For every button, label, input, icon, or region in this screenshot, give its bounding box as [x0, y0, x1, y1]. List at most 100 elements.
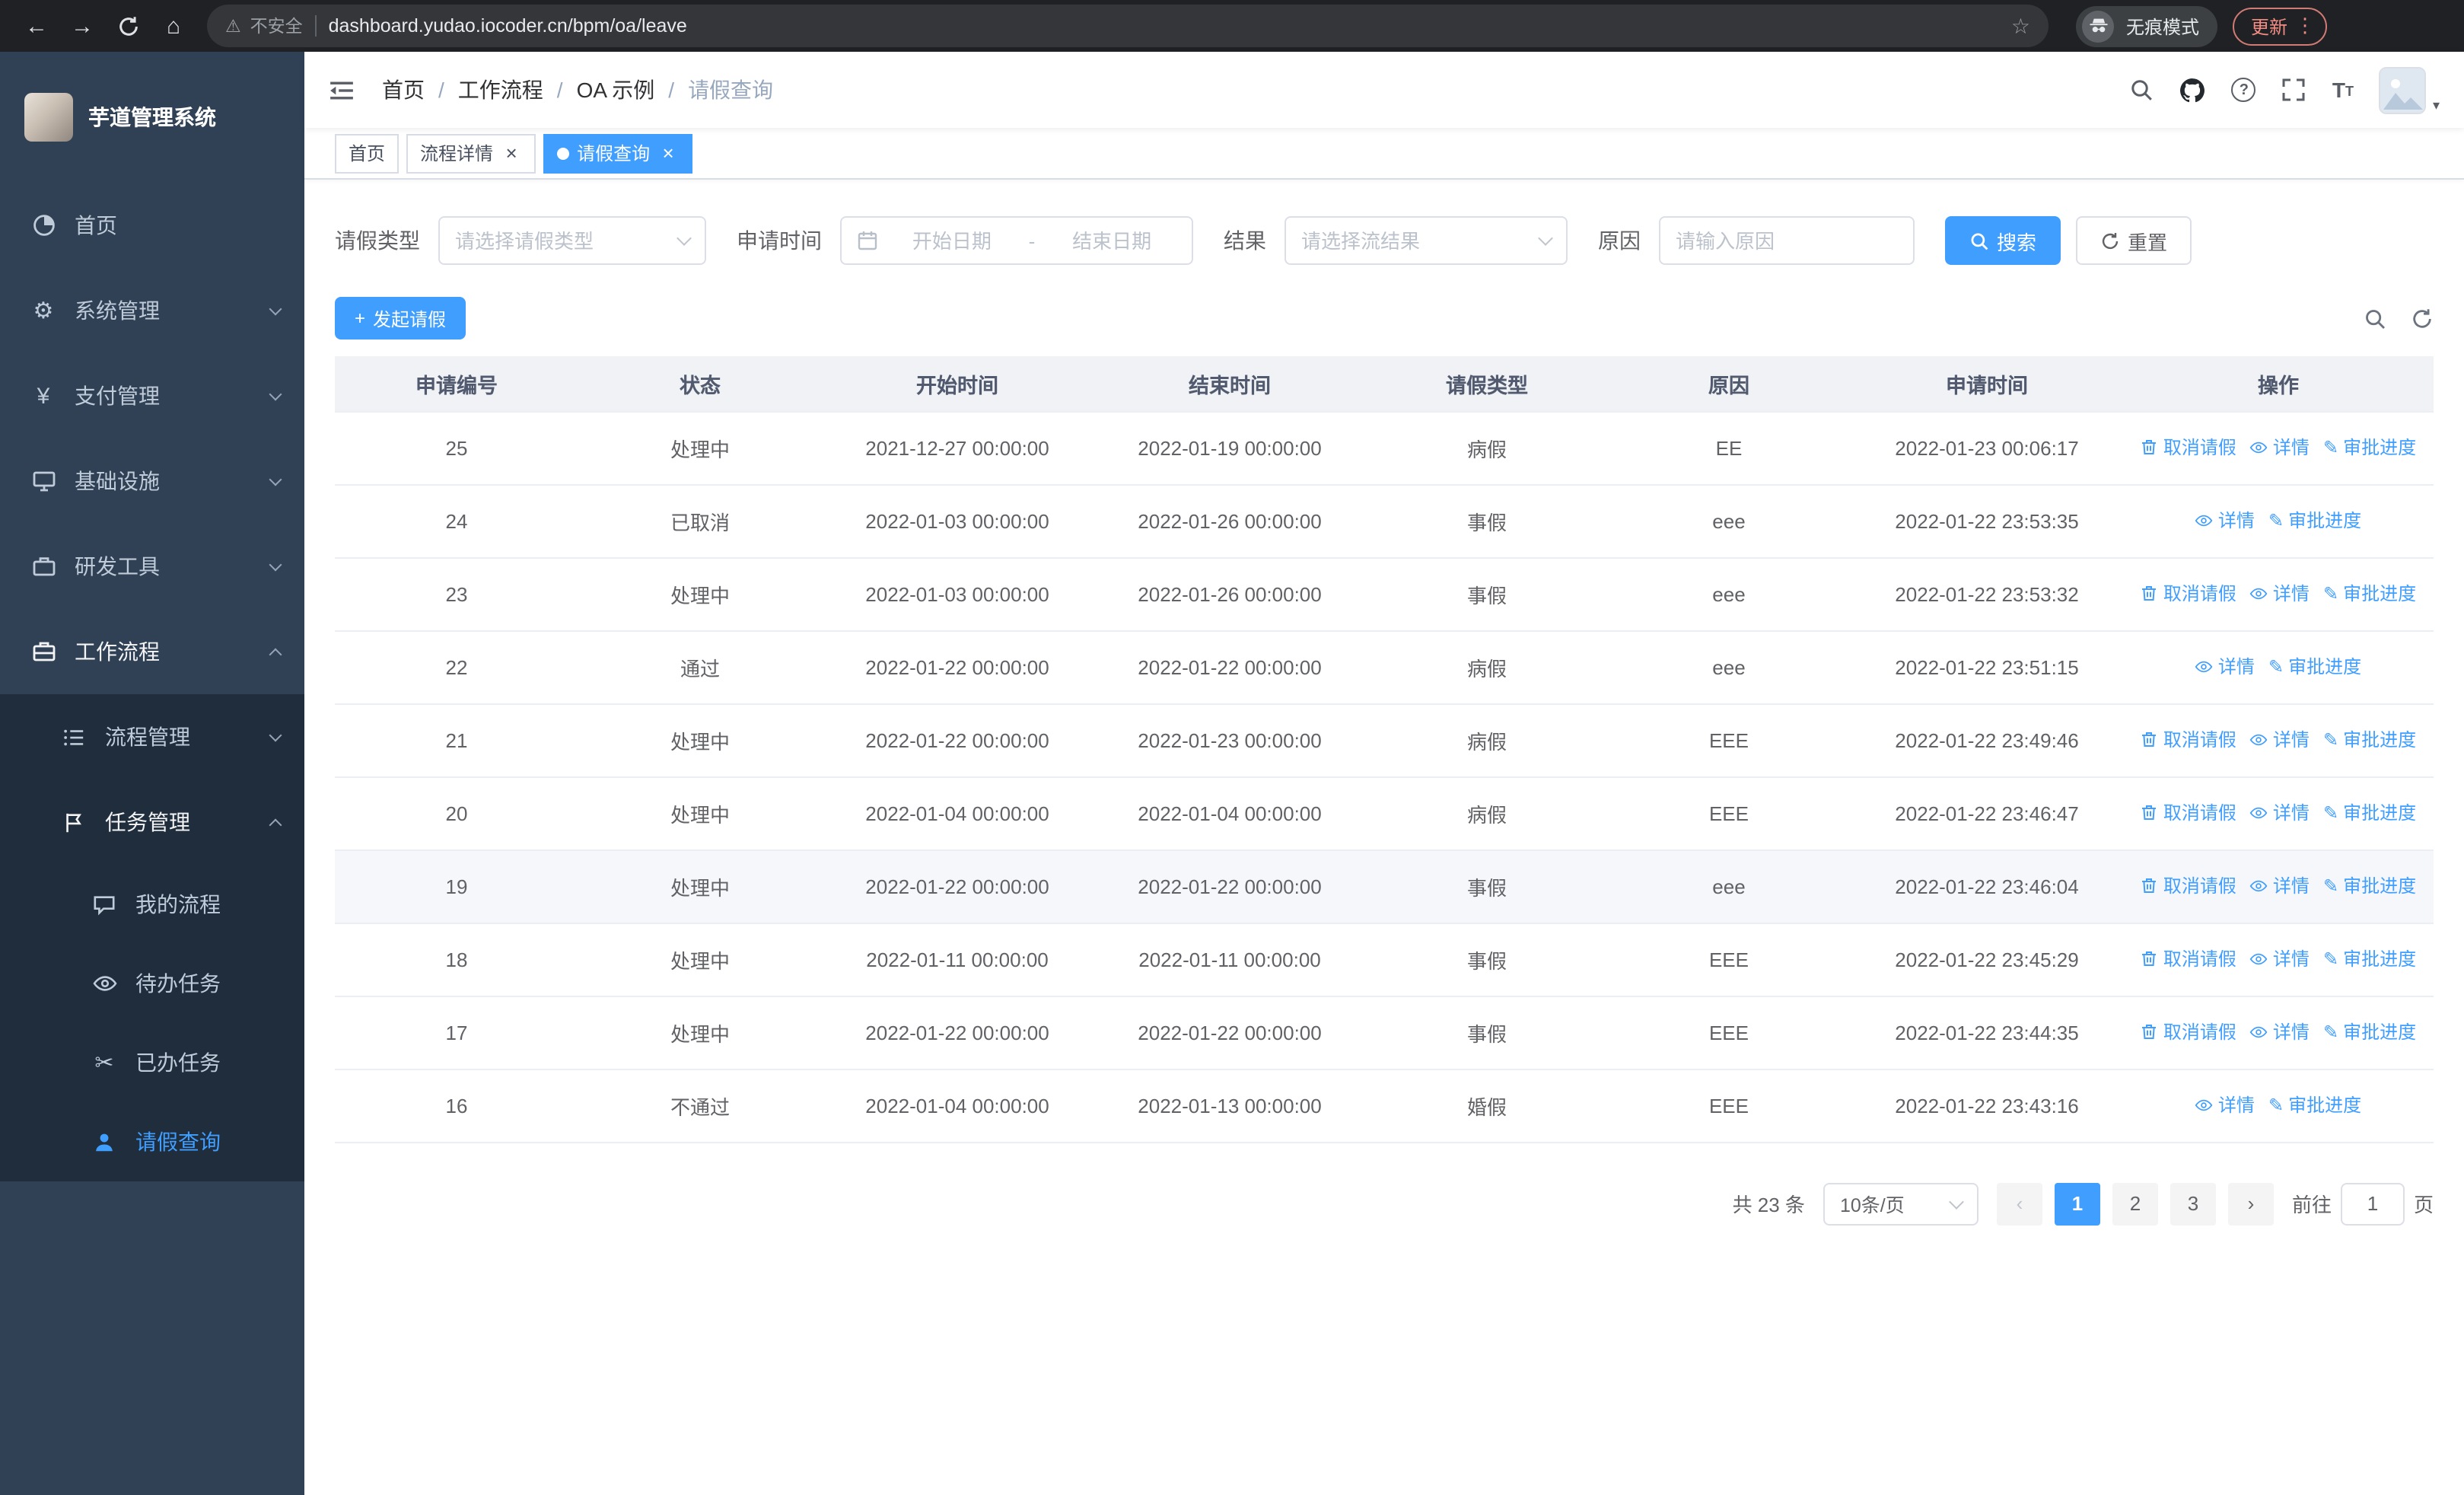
leave-type-select[interactable]: [438, 216, 706, 265]
cancel-leave-link[interactable]: 取消请假: [2141, 435, 2236, 461]
progress-link[interactable]: ✎ 审批进度: [2323, 946, 2416, 972]
trash-icon: [2142, 805, 2157, 820]
address-bar[interactable]: ⚠ 不安全 dashboard.yudao.iocoder.cn/bpm/oa/…: [207, 5, 2049, 47]
search-button-label: 搜索: [1997, 231, 2037, 253]
cancel-leave-link[interactable]: 取消请假: [2141, 946, 2236, 972]
home-icon[interactable]: ⌂: [152, 5, 195, 47]
user-menu[interactable]: ▾: [2379, 66, 2440, 113]
result-select[interactable]: [1285, 216, 1568, 265]
sidebar-item-leave-query[interactable]: 请假查询: [0, 1102, 304, 1181]
font-size-icon[interactable]: TT: [2332, 79, 2354, 100]
cancel-leave-link[interactable]: 取消请假: [2141, 800, 2236, 826]
toggle-search-icon[interactable]: [2364, 307, 2386, 330]
tab-process-detail[interactable]: 流程详情 ×: [406, 133, 536, 173]
cell-apply-id: 21: [335, 703, 578, 777]
breadcrumb-oa-example[interactable]: OA 示例: [577, 75, 655, 105]
progress-link[interactable]: ✎ 审批进度: [2268, 508, 2361, 534]
detail-link[interactable]: 详情: [2250, 435, 2310, 461]
browser-update-button[interactable]: 更新 ⋮: [2233, 7, 2328, 45]
fullscreen-icon[interactable]: [2282, 78, 2306, 102]
sidebar-item-my-process[interactable]: 我的流程: [0, 865, 304, 944]
kebab-menu-icon[interactable]: ⋮: [2295, 14, 2315, 38]
close-icon[interactable]: ×: [501, 142, 522, 164]
page-button-3[interactable]: 3: [2170, 1182, 2216, 1225]
page-size-select[interactable]: 10条/页: [1823, 1182, 1979, 1225]
detail-link[interactable]: 详情: [2250, 1019, 2310, 1045]
end-date-input[interactable]: [1047, 229, 1176, 252]
search-icon[interactable]: [2130, 78, 2154, 102]
detail-link[interactable]: 详情: [2250, 727, 2310, 753]
url-text[interactable]: dashboard.yudao.iocoder.cn/bpm/oa/leave: [329, 15, 1999, 37]
bookmark-star-icon[interactable]: ☆: [2011, 13, 2030, 39]
cancel-leave-link[interactable]: 取消请假: [2141, 1019, 2236, 1045]
detail-link[interactable]: 详情: [2195, 654, 2255, 680]
back-icon[interactable]: ←: [15, 5, 58, 47]
reason-input[interactable]: [1676, 229, 1898, 252]
progress-link[interactable]: ✎ 审批进度: [2323, 581, 2416, 607]
cancel-leave-link[interactable]: 取消请假: [2141, 727, 2236, 753]
detail-link[interactable]: 详情: [2250, 946, 2310, 972]
sidebar-item-done-tasks[interactable]: ✂ 已办任务: [0, 1023, 304, 1102]
chat-icon: [91, 893, 117, 916]
search-button[interactable]: 搜索: [1945, 216, 2061, 265]
prev-page-button: ‹: [1996, 1182, 2042, 1225]
goto-page-input[interactable]: [2340, 1182, 2405, 1225]
github-icon[interactable]: [2180, 77, 2206, 103]
close-icon[interactable]: ×: [657, 142, 679, 164]
create-leave-button[interactable]: + 发起请假: [335, 297, 466, 339]
progress-link[interactable]: ✎ 审批进度: [2268, 1092, 2361, 1118]
monitor-icon: [30, 469, 56, 493]
next-page-button[interactable]: ›: [2227, 1182, 2274, 1225]
breadcrumb-home[interactable]: 首页: [382, 75, 425, 105]
sidebar-item-infrastructure[interactable]: 基础设施: [0, 438, 304, 524]
sidebar-item-todo-tasks[interactable]: 待办任务: [0, 944, 304, 1023]
sidebar-item-workflow[interactable]: 工作流程: [0, 609, 304, 694]
security-status[interactable]: ⚠ 不安全: [225, 14, 303, 38]
refresh-table-icon[interactable]: [2411, 307, 2434, 330]
sidebar-item-system[interactable]: ⚙ 系统管理: [0, 268, 304, 353]
date-range-picker[interactable]: -: [840, 216, 1193, 265]
sidebar-item-process-mgmt[interactable]: 流程管理: [0, 694, 304, 779]
detail-link[interactable]: 详情: [2250, 581, 2310, 607]
sidebar-logo[interactable]: 芋道管理系统: [0, 52, 304, 183]
cancel-leave-link[interactable]: 取消请假: [2141, 581, 2236, 607]
avatar[interactable]: [2379, 66, 2427, 113]
detail-link[interactable]: 详情: [2250, 800, 2310, 826]
forward-icon[interactable]: →: [61, 5, 103, 47]
detail-link[interactable]: 详情: [2195, 1092, 2255, 1118]
incognito-chip[interactable]: 无痕模式: [2076, 5, 2218, 46]
omnibox-divider: [314, 15, 317, 37]
reason-field[interactable]: [1659, 216, 1915, 265]
progress-link[interactable]: ✎ 审批进度: [2268, 654, 2361, 680]
collapse-sidebar-icon[interactable]: [329, 77, 355, 103]
eye-icon: [2250, 588, 2268, 599]
cancel-leave-link[interactable]: 取消请假: [2141, 873, 2236, 899]
detail-link[interactable]: 详情: [2195, 508, 2255, 534]
result-input[interactable]: [1301, 229, 1531, 252]
progress-link[interactable]: ✎ 审批进度: [2323, 1019, 2416, 1045]
reload-icon[interactable]: [107, 5, 149, 47]
page-button-1[interactable]: 1: [2054, 1182, 2100, 1225]
progress-link[interactable]: ✎ 审批进度: [2323, 435, 2416, 461]
progress-link[interactable]: ✎ 审批进度: [2323, 727, 2416, 753]
op-label: 详情: [2272, 1022, 2310, 1044]
progress-link[interactable]: ✎ 审批进度: [2323, 873, 2416, 899]
reset-button[interactable]: 重置: [2076, 216, 2192, 265]
tab-home[interactable]: 首页: [335, 133, 400, 173]
cell-status: 处理中: [578, 996, 822, 1069]
detail-link[interactable]: 详情: [2250, 873, 2310, 899]
cell-start-time: 2022-01-22 00:00:00: [822, 703, 1093, 777]
filter-form: 请假类型 申请时间 -: [335, 216, 2434, 265]
start-date-input[interactable]: [887, 229, 1017, 252]
sidebar-item-payment[interactable]: ¥ 支付管理: [0, 353, 304, 438]
cell-apply-time: 2022-01-23 00:06:17: [1851, 411, 2123, 485]
breadcrumb-workflow[interactable]: 工作流程: [458, 75, 543, 105]
sidebar-item-devtools[interactable]: 研发工具: [0, 524, 304, 609]
sidebar-item-task-mgmt[interactable]: 任务管理: [0, 779, 304, 865]
progress-link[interactable]: ✎ 审批进度: [2323, 800, 2416, 826]
leave-type-input[interactable]: [455, 229, 670, 252]
sidebar-item-home[interactable]: 首页: [0, 183, 304, 268]
help-icon[interactable]: ?: [2231, 78, 2256, 102]
tab-leave-query[interactable]: 请假查询 ×: [543, 133, 693, 173]
page-button-2[interactable]: 2: [2112, 1182, 2158, 1225]
